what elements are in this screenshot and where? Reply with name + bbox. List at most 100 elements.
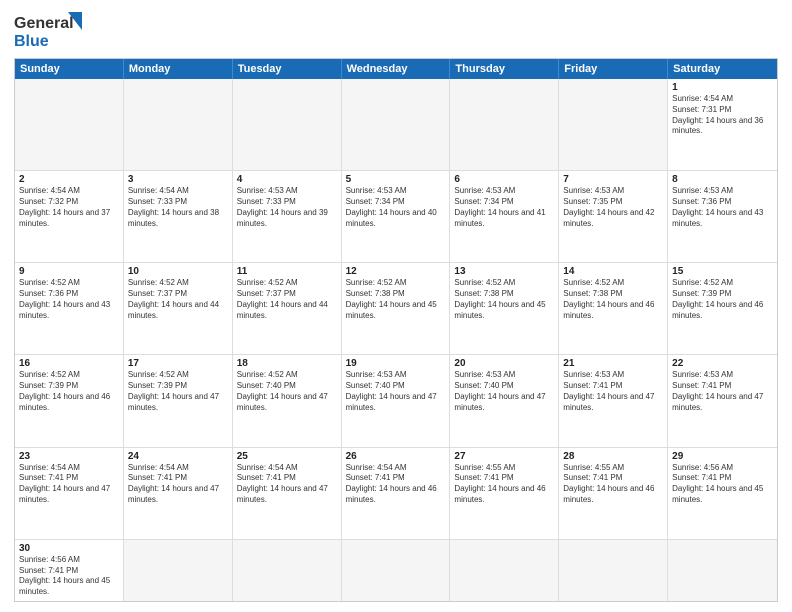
calendar-cell-2-4: 13Sunrise: 4:52 AMSunset: 7:38 PMDayligh… <box>450 263 559 354</box>
day-number: 13 <box>454 266 554 277</box>
svg-text:Blue: Blue <box>14 33 49 50</box>
calendar-cell-0-3 <box>342 79 451 170</box>
calendar-cell-3-0: 16Sunrise: 4:52 AMSunset: 7:39 PMDayligh… <box>15 355 124 446</box>
header-cell-sunday: Sunday <box>15 59 124 79</box>
day-info: Sunrise: 4:55 AMSunset: 7:41 PMDaylight:… <box>563 463 663 506</box>
calendar-row-6: 30Sunrise: 4:56 AMSunset: 7:41 PMDayligh… <box>15 540 777 601</box>
day-info: Sunrise: 4:53 AMSunset: 7:34 PMDaylight:… <box>454 186 554 229</box>
calendar-cell-4-3: 26Sunrise: 4:54 AMSunset: 7:41 PMDayligh… <box>342 448 451 539</box>
calendar-cell-5-0: 30Sunrise: 4:56 AMSunset: 7:41 PMDayligh… <box>15 540 124 601</box>
calendar-cell-4-6: 29Sunrise: 4:56 AMSunset: 7:41 PMDayligh… <box>668 448 777 539</box>
header-cell-thursday: Thursday <box>450 59 559 79</box>
calendar-cell-1-3: 5Sunrise: 4:53 AMSunset: 7:34 PMDaylight… <box>342 171 451 262</box>
calendar-header-row: SundayMondayTuesdayWednesdayThursdayFrid… <box>15 59 777 79</box>
calendar-cell-0-2 <box>233 79 342 170</box>
day-number: 30 <box>19 543 119 554</box>
calendar-cell-0-0 <box>15 79 124 170</box>
calendar-cell-4-4: 27Sunrise: 4:55 AMSunset: 7:41 PMDayligh… <box>450 448 559 539</box>
calendar-cell-2-3: 12Sunrise: 4:52 AMSunset: 7:38 PMDayligh… <box>342 263 451 354</box>
day-info: Sunrise: 4:53 AMSunset: 7:40 PMDaylight:… <box>454 370 554 413</box>
header-cell-monday: Monday <box>124 59 233 79</box>
calendar-cell-4-1: 24Sunrise: 4:54 AMSunset: 7:41 PMDayligh… <box>124 448 233 539</box>
day-number: 16 <box>19 358 119 369</box>
calendar-cell-1-1: 3Sunrise: 4:54 AMSunset: 7:33 PMDaylight… <box>124 171 233 262</box>
calendar-cell-5-4 <box>450 540 559 601</box>
calendar-cell-5-5 <box>559 540 668 601</box>
day-info: Sunrise: 4:54 AMSunset: 7:41 PMDaylight:… <box>19 463 119 506</box>
calendar-cell-0-1 <box>124 79 233 170</box>
day-info: Sunrise: 4:52 AMSunset: 7:39 PMDaylight:… <box>128 370 228 413</box>
day-info: Sunrise: 4:52 AMSunset: 7:38 PMDaylight:… <box>454 278 554 321</box>
day-info: Sunrise: 4:55 AMSunset: 7:41 PMDaylight:… <box>454 463 554 506</box>
day-info: Sunrise: 4:53 AMSunset: 7:41 PMDaylight:… <box>563 370 663 413</box>
calendar-cell-3-6: 22Sunrise: 4:53 AMSunset: 7:41 PMDayligh… <box>668 355 777 446</box>
day-number: 22 <box>672 358 773 369</box>
day-number: 6 <box>454 174 554 185</box>
day-info: Sunrise: 4:52 AMSunset: 7:37 PMDaylight:… <box>237 278 337 321</box>
calendar-cell-2-2: 11Sunrise: 4:52 AMSunset: 7:37 PMDayligh… <box>233 263 342 354</box>
day-number: 27 <box>454 451 554 462</box>
day-info: Sunrise: 4:53 AMSunset: 7:33 PMDaylight:… <box>237 186 337 229</box>
calendar-cell-3-4: 20Sunrise: 4:53 AMSunset: 7:40 PMDayligh… <box>450 355 559 446</box>
day-info: Sunrise: 4:52 AMSunset: 7:39 PMDaylight:… <box>19 370 119 413</box>
calendar-cell-4-2: 25Sunrise: 4:54 AMSunset: 7:41 PMDayligh… <box>233 448 342 539</box>
day-number: 8 <box>672 174 773 185</box>
calendar-cell-5-3 <box>342 540 451 601</box>
day-info: Sunrise: 4:54 AMSunset: 7:41 PMDaylight:… <box>346 463 446 506</box>
calendar-cell-3-3: 19Sunrise: 4:53 AMSunset: 7:40 PMDayligh… <box>342 355 451 446</box>
header-cell-tuesday: Tuesday <box>233 59 342 79</box>
day-number: 11 <box>237 266 337 277</box>
generalblue-logo-icon: GeneralBlue <box>14 10 84 52</box>
calendar-cell-3-1: 17Sunrise: 4:52 AMSunset: 7:39 PMDayligh… <box>124 355 233 446</box>
day-number: 19 <box>346 358 446 369</box>
calendar-cell-1-2: 4Sunrise: 4:53 AMSunset: 7:33 PMDaylight… <box>233 171 342 262</box>
calendar-cell-5-2 <box>233 540 342 601</box>
calendar-cell-0-4 <box>450 79 559 170</box>
day-number: 1 <box>672 82 773 93</box>
calendar-cell-2-6: 15Sunrise: 4:52 AMSunset: 7:39 PMDayligh… <box>668 263 777 354</box>
calendar-cell-3-2: 18Sunrise: 4:52 AMSunset: 7:40 PMDayligh… <box>233 355 342 446</box>
calendar-cell-2-5: 14Sunrise: 4:52 AMSunset: 7:38 PMDayligh… <box>559 263 668 354</box>
day-info: Sunrise: 4:56 AMSunset: 7:41 PMDaylight:… <box>672 463 773 506</box>
day-number: 2 <box>19 174 119 185</box>
day-number: 28 <box>563 451 663 462</box>
day-number: 15 <box>672 266 773 277</box>
calendar-row-4: 16Sunrise: 4:52 AMSunset: 7:39 PMDayligh… <box>15 355 777 447</box>
day-number: 3 <box>128 174 228 185</box>
day-info: Sunrise: 4:54 AMSunset: 7:41 PMDaylight:… <box>128 463 228 506</box>
day-number: 4 <box>237 174 337 185</box>
day-number: 5 <box>346 174 446 185</box>
day-number: 9 <box>19 266 119 277</box>
header-cell-wednesday: Wednesday <box>342 59 451 79</box>
header: GeneralBlue <box>14 10 778 52</box>
day-info: Sunrise: 4:52 AMSunset: 7:40 PMDaylight:… <box>237 370 337 413</box>
day-info: Sunrise: 4:53 AMSunset: 7:41 PMDaylight:… <box>672 370 773 413</box>
calendar-cell-2-0: 9Sunrise: 4:52 AMSunset: 7:36 PMDaylight… <box>15 263 124 354</box>
day-number: 21 <box>563 358 663 369</box>
day-info: Sunrise: 4:52 AMSunset: 7:37 PMDaylight:… <box>128 278 228 321</box>
calendar-cell-1-5: 7Sunrise: 4:53 AMSunset: 7:35 PMDaylight… <box>559 171 668 262</box>
calendar-cell-3-5: 21Sunrise: 4:53 AMSunset: 7:41 PMDayligh… <box>559 355 668 446</box>
calendar-row-3: 9Sunrise: 4:52 AMSunset: 7:36 PMDaylight… <box>15 263 777 355</box>
calendar-cell-0-5 <box>559 79 668 170</box>
svg-text:General: General <box>14 15 74 32</box>
calendar-cell-5-6 <box>668 540 777 601</box>
day-info: Sunrise: 4:52 AMSunset: 7:38 PMDaylight:… <box>346 278 446 321</box>
day-info: Sunrise: 4:54 AMSunset: 7:41 PMDaylight:… <box>237 463 337 506</box>
day-info: Sunrise: 4:53 AMSunset: 7:34 PMDaylight:… <box>346 186 446 229</box>
calendar-cell-1-6: 8Sunrise: 4:53 AMSunset: 7:36 PMDaylight… <box>668 171 777 262</box>
day-info: Sunrise: 4:54 AMSunset: 7:33 PMDaylight:… <box>128 186 228 229</box>
header-cell-friday: Friday <box>559 59 668 79</box>
day-number: 24 <box>128 451 228 462</box>
day-info: Sunrise: 4:52 AMSunset: 7:38 PMDaylight:… <box>563 278 663 321</box>
day-number: 18 <box>237 358 337 369</box>
day-number: 7 <box>563 174 663 185</box>
day-number: 12 <box>346 266 446 277</box>
day-number: 17 <box>128 358 228 369</box>
logo: GeneralBlue <box>14 10 84 52</box>
day-number: 10 <box>128 266 228 277</box>
day-number: 20 <box>454 358 554 369</box>
day-number: 25 <box>237 451 337 462</box>
calendar-cell-4-5: 28Sunrise: 4:55 AMSunset: 7:41 PMDayligh… <box>559 448 668 539</box>
day-info: Sunrise: 4:54 AMSunset: 7:31 PMDaylight:… <box>672 94 773 137</box>
